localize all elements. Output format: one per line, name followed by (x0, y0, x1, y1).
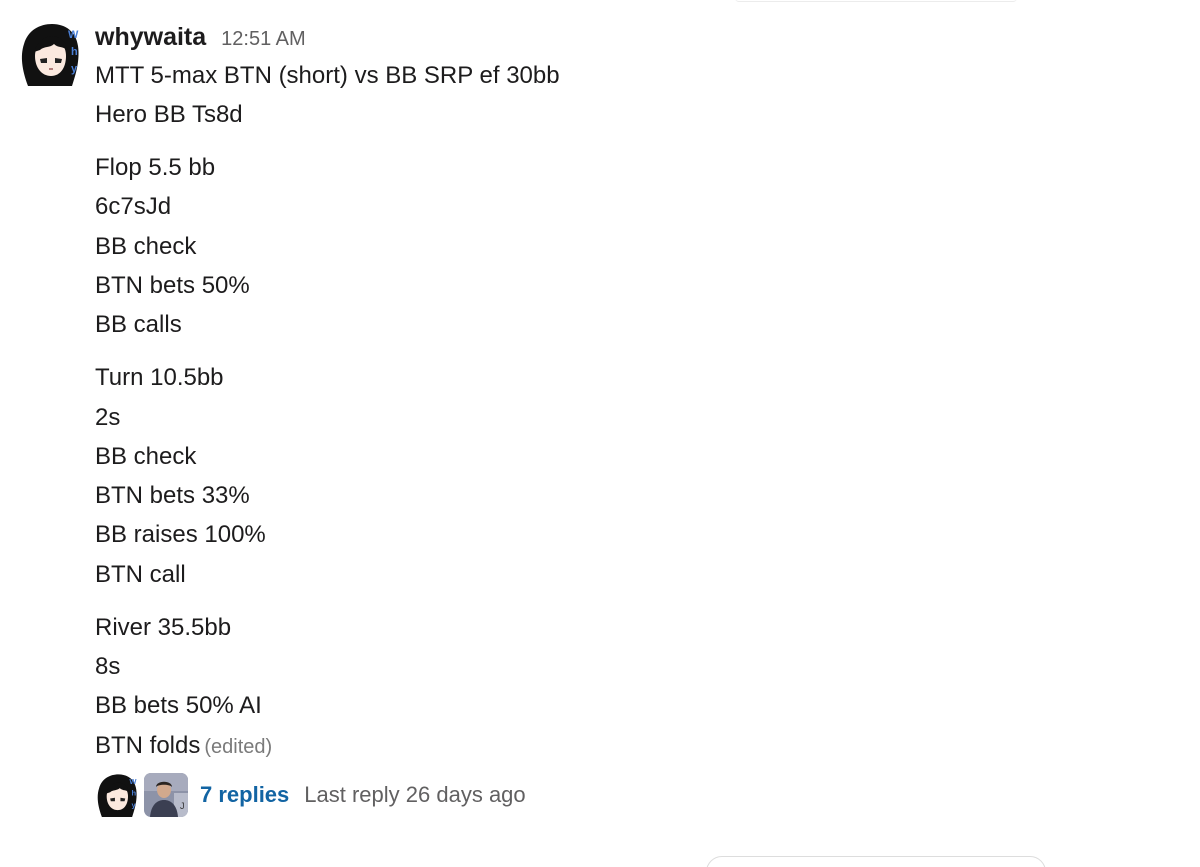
svg-text:h: h (71, 46, 78, 58)
message-line: BB bets 50% AI (95, 692, 262, 720)
message-line: River 35.5bb (95, 613, 232, 641)
message-paragraph-river: River 35.5bb 8s BB bets 50% AI BTN folds… (95, 608, 995, 765)
author-avatar[interactable]: W h y (18, 22, 82, 86)
message-line: BB calls (95, 311, 182, 339)
previous-message-edge (735, 0, 1017, 2)
message-paragraph-turn: Turn 10.5bb 2s BB check BTN bets 33% BB … (95, 358, 995, 594)
edited-label: (edited) (204, 735, 273, 758)
next-message-edge (706, 856, 1046, 867)
message-line: BTN bets 50% (95, 272, 250, 300)
thread-last-reply: Last reply 26 days ago (304, 782, 526, 807)
message-line-text: BTN folds (95, 731, 201, 759)
message-line: 6c7sJd (95, 193, 172, 221)
message-line-last: BTN folds (edited) (95, 726, 995, 765)
thread-participant-avatar: W h y (95, 773, 139, 817)
man-photo-avatar-icon: J (144, 773, 188, 817)
author-name[interactable]: whywaita (95, 18, 206, 56)
thread-summary[interactable]: W h y J 7 replies Last reply 26 days ago (95, 772, 526, 818)
anime-girl-avatar-icon: W h y (18, 22, 82, 86)
svg-text:W: W (129, 777, 137, 786)
message-line: BB check (95, 442, 197, 470)
message-paragraph-setup: MTT 5-max BTN (short) vs BB SRP ef 30bb … (95, 56, 995, 135)
message-line: Turn 10.5bb (95, 364, 224, 392)
anime-girl-avatar-icon: W h y (95, 773, 139, 817)
message-line: MTT 5-max BTN (short) vs BB SRP ef 30bb (95, 62, 560, 89)
message-line: BTN call (95, 560, 186, 588)
message-line: Flop 5.5 bb (95, 154, 216, 182)
message-timestamp[interactable]: 12:51 AM (221, 20, 306, 58)
svg-text:y: y (71, 63, 78, 75)
thread-replies-link[interactable]: 7 replies (200, 782, 289, 808)
message-line: Hero BB Ts8d (95, 101, 243, 129)
message-line: BTN bets 33% (95, 482, 250, 510)
message-content: whywaita 12:51 AM MTT 5-max BTN (short) … (95, 18, 995, 765)
svg-text:W: W (68, 29, 79, 41)
message-line: 8s (95, 652, 121, 680)
message-header: whywaita 12:51 AM (95, 18, 995, 56)
message-line: 2s (95, 403, 121, 431)
thread-participant-avatar: J (144, 773, 188, 817)
svg-text:h: h (131, 789, 136, 798)
message-line: BB raises 100% (95, 521, 266, 549)
message-paragraph-flop: Flop 5.5 bb 6c7sJd BB check BTN bets 50%… (95, 148, 995, 344)
message-line: BB check (95, 232, 197, 260)
svg-text:J: J (180, 801, 185, 811)
